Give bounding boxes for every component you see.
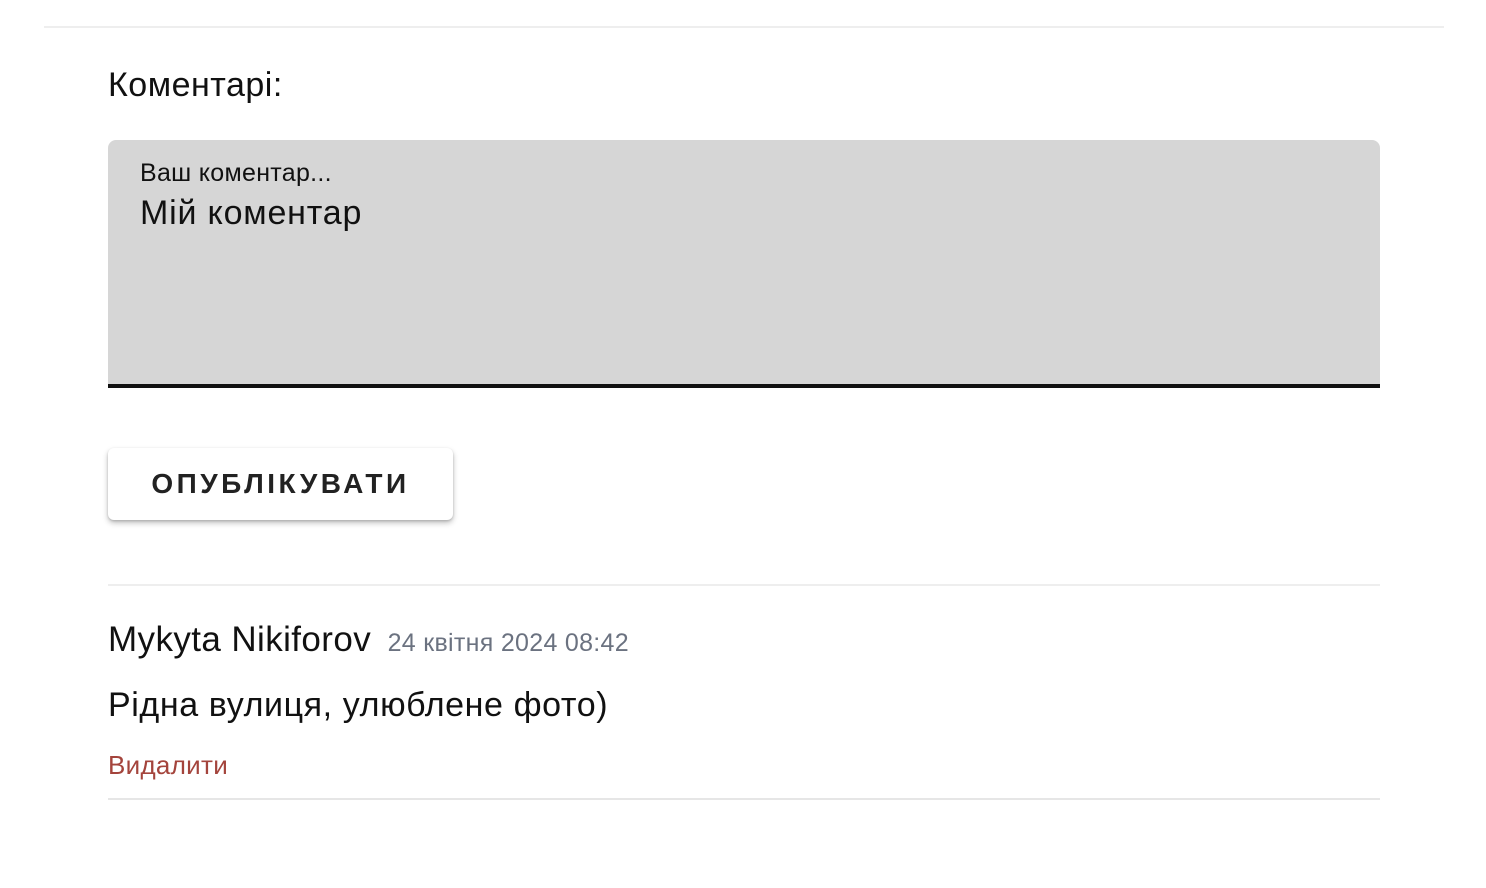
comment-date: 24 квітня 2024 08:42 bbox=[387, 629, 629, 657]
comments-title: Коментарі: bbox=[108, 66, 283, 104]
page: Коментарі: Ваш коментар... Мій коментар … bbox=[0, 0, 1486, 888]
top-divider bbox=[44, 26, 1444, 28]
delete-comment-link[interactable]: Видалити bbox=[108, 750, 228, 781]
comment-header: Mykyta Nikiforov 24 квітня 2024 08:42 bbox=[108, 620, 629, 660]
comment-author: Mykyta Nikiforov bbox=[108, 620, 372, 659]
section-divider bbox=[108, 584, 1380, 586]
comment-field[interactable]: Ваш коментар... Мій коментар bbox=[108, 140, 1380, 388]
comment-field-label: Ваш коментар... bbox=[140, 159, 332, 187]
comment-text: Рідна вулиця, улюблене фото) bbox=[108, 686, 609, 724]
publish-button[interactable]: ОПУБЛІКУВАТИ bbox=[108, 448, 453, 520]
comment-divider bbox=[108, 798, 1380, 800]
comment-input[interactable]: Мій коментар bbox=[140, 192, 1340, 362]
comment-item: Mykyta Nikiforov 24 квітня 2024 08:42 Рі… bbox=[108, 620, 1380, 800]
